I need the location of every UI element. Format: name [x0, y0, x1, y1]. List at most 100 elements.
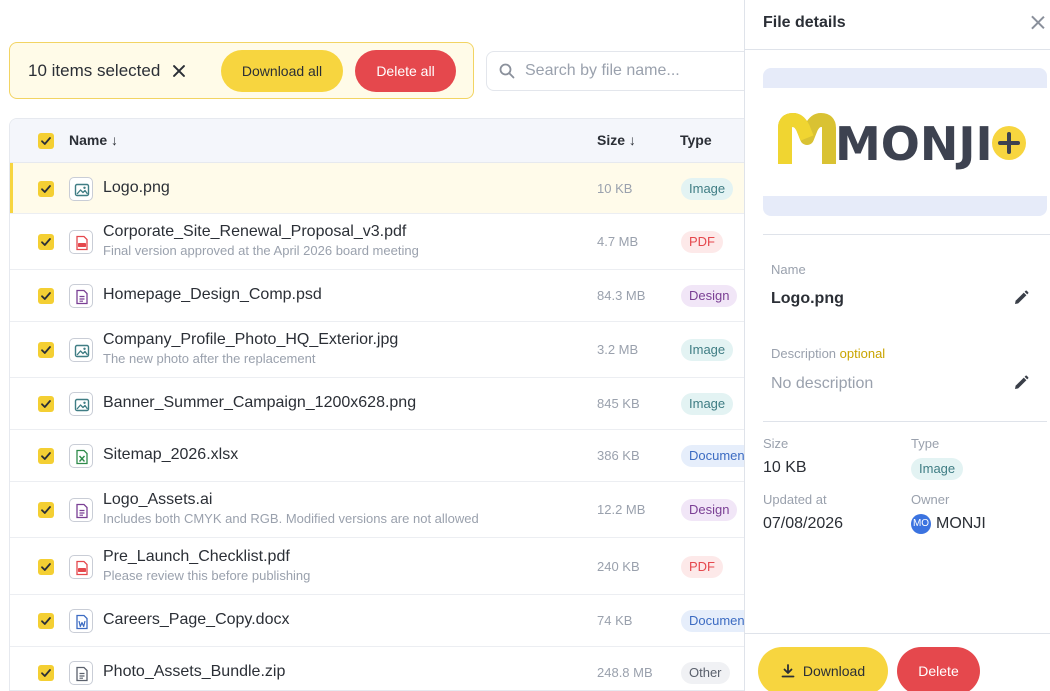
file-details-panel: File details MONJI Name Logo.png Descrip…	[744, 0, 1050, 691]
file-size: 240 KB	[597, 558, 640, 574]
spreadsheet-file-icon	[69, 444, 93, 468]
file-description: The new photo after the replacement	[103, 351, 316, 366]
divider	[745, 49, 1050, 50]
file-size: 84.3 MB	[597, 288, 646, 303]
file-table: Name ↓ Size ↓ Type Logo.png 10 KB Image Cor…	[9, 118, 749, 691]
file-size: 248.8 MB	[597, 665, 653, 680]
download-button[interactable]: Download	[758, 647, 888, 691]
name-column-header[interactable]: Name ↓	[69, 132, 118, 148]
word-file-icon	[69, 609, 93, 633]
search-icon	[499, 63, 515, 79]
type-badge: Image	[681, 177, 734, 200]
owner-label: Owner	[911, 492, 950, 507]
table-row[interactable]: Sitemap_2026.xlsx 386 KB Document	[10, 430, 749, 482]
name-value: Logo.png	[771, 290, 844, 307]
table-row[interactable]: Logo_Assets.ai Includes both CMYK and RGB…	[10, 482, 749, 538]
archive-file-icon	[69, 661, 93, 685]
delete-all-button[interactable]: Delete all	[355, 50, 456, 92]
file-size: 10 KB	[597, 180, 633, 196]
download-label: Download	[802, 663, 866, 679]
file-size: 12.2 MB	[597, 502, 646, 517]
search-box[interactable]	[486, 51, 756, 91]
file-name[interactable]: Homepage_Design_Comp.psd	[103, 286, 322, 304]
owner-name: MONJI	[936, 515, 986, 532]
name-label: Name	[771, 262, 806, 277]
file-description: Includes both CMYK and RGB. Modified ver…	[103, 511, 479, 526]
updated-value: 07/08/2026	[763, 515, 844, 532]
table-row[interactable]: Photo_Assets_Bundle.zip 248.8 MB Other	[10, 647, 749, 690]
svg-text:MONJI: MONJI	[835, 117, 993, 171]
table-row[interactable]: Homepage_Design_Comp.psd 84.3 MB Design	[10, 270, 749, 322]
file-description: Please review this before publishing	[103, 567, 311, 583]
type-badge: Document	[681, 610, 749, 632]
avatar: MO	[911, 514, 931, 534]
type-column-header[interactable]: Type	[680, 132, 712, 148]
row-checkbox[interactable]	[38, 396, 54, 412]
table-row[interactable]: Company_Profile_Photo_HQ_Exterior.jpg The…	[10, 322, 749, 378]
row-checkbox[interactable]	[38, 234, 54, 250]
table-row[interactable]: Careers_Page_Copy.docx 74 KB Document	[10, 595, 749, 647]
table-header: Name ↓ Size ↓ Type	[10, 119, 749, 163]
type-badge: Other	[681, 662, 730, 684]
type-badge: PDF	[681, 231, 723, 253]
row-checkbox[interactable]	[38, 180, 54, 197]
size-column-header[interactable]: Size ↓	[597, 132, 636, 148]
design-file-icon	[69, 498, 93, 522]
file-name[interactable]: Logo.png	[103, 179, 170, 197]
size-value: 10 KB	[763, 459, 807, 476]
search-input[interactable]	[525, 62, 725, 80]
optional-hint: optional	[839, 346, 886, 361]
design-file-icon	[69, 284, 93, 308]
description-label: Description optional	[771, 346, 886, 361]
file-name[interactable]: Banner_Summer_Campaign_1200x628.png	[103, 394, 416, 412]
monji-logo: MONJI	[778, 113, 1026, 171]
image-file-icon	[69, 338, 93, 362]
type-badge: Design	[681, 285, 738, 307]
download-icon	[781, 664, 795, 678]
file-name[interactable]: Careers_Page_Copy.docx	[103, 611, 289, 629]
type-badge: PDF	[681, 555, 723, 578]
file-size: 386 KB	[597, 448, 640, 463]
table-row[interactable]: Pre_Launch_Checklist.pdf Please review th…	[10, 538, 749, 595]
file-size: 845 KB	[597, 396, 640, 411]
type-badge: Image	[681, 339, 734, 361]
table-row[interactable]: Banner_Summer_Campaign_1200x628.png 845 K…	[10, 378, 749, 430]
clear-selection-icon[interactable]	[170, 62, 188, 80]
row-checkbox[interactable]	[38, 665, 54, 681]
updated-label: Updated at	[763, 492, 827, 507]
type-badge: Image	[681, 393, 734, 415]
image-file-icon	[69, 392, 93, 416]
type-label: Type	[911, 436, 940, 451]
row-checkbox[interactable]	[38, 558, 54, 575]
image-file-icon	[69, 176, 93, 201]
download-all-button[interactable]: Download all	[221, 50, 343, 92]
selected-count: 10 items selected	[28, 60, 161, 80]
file-preview: MONJI	[763, 68, 1047, 216]
file-description: Final version approved at the April 2026…	[103, 243, 419, 258]
file-name[interactable]: Corporate_Site_Renewal_Proposal_v3.pdf	[103, 223, 406, 241]
edit-name-icon[interactable]	[1012, 289, 1030, 307]
table-row[interactable]: Corporate_Site_Renewal_Proposal_v3.pdf Fi…	[10, 214, 749, 270]
file-name[interactable]: Pre_Launch_Checklist.pdf	[103, 548, 290, 566]
file-name[interactable]: Sitemap_2026.xlsx	[103, 446, 238, 464]
delete-button[interactable]: Delete	[897, 647, 980, 691]
row-checkbox[interactable]	[38, 502, 54, 518]
file-name[interactable]: Company_Profile_Photo_HQ_Exterior.jpg	[103, 331, 398, 349]
file-name[interactable]: Logo_Assets.ai	[103, 491, 212, 509]
row-checkbox[interactable]	[38, 613, 54, 629]
type-badge: Design	[681, 499, 738, 521]
close-icon[interactable]	[1030, 14, 1046, 30]
file-name[interactable]: Photo_Assets_Bundle.zip	[103, 663, 285, 681]
size-label: Size	[763, 436, 789, 451]
row-checkbox[interactable]	[38, 288, 54, 304]
selection-bar: 10 items selected Download all Delete al…	[9, 42, 474, 99]
type-badge: Document	[681, 445, 749, 467]
file-size: 74 KB	[597, 613, 633, 628]
pdf-file-icon	[69, 230, 93, 254]
row-checkbox[interactable]	[38, 342, 54, 358]
row-checkbox[interactable]	[38, 448, 54, 464]
edit-description-icon[interactable]	[1012, 374, 1030, 392]
file-size: 4.7 MB	[597, 234, 639, 249]
select-all-checkbox[interactable]	[38, 133, 54, 149]
table-row[interactable]: Logo.png 10 KB Image	[10, 163, 749, 214]
